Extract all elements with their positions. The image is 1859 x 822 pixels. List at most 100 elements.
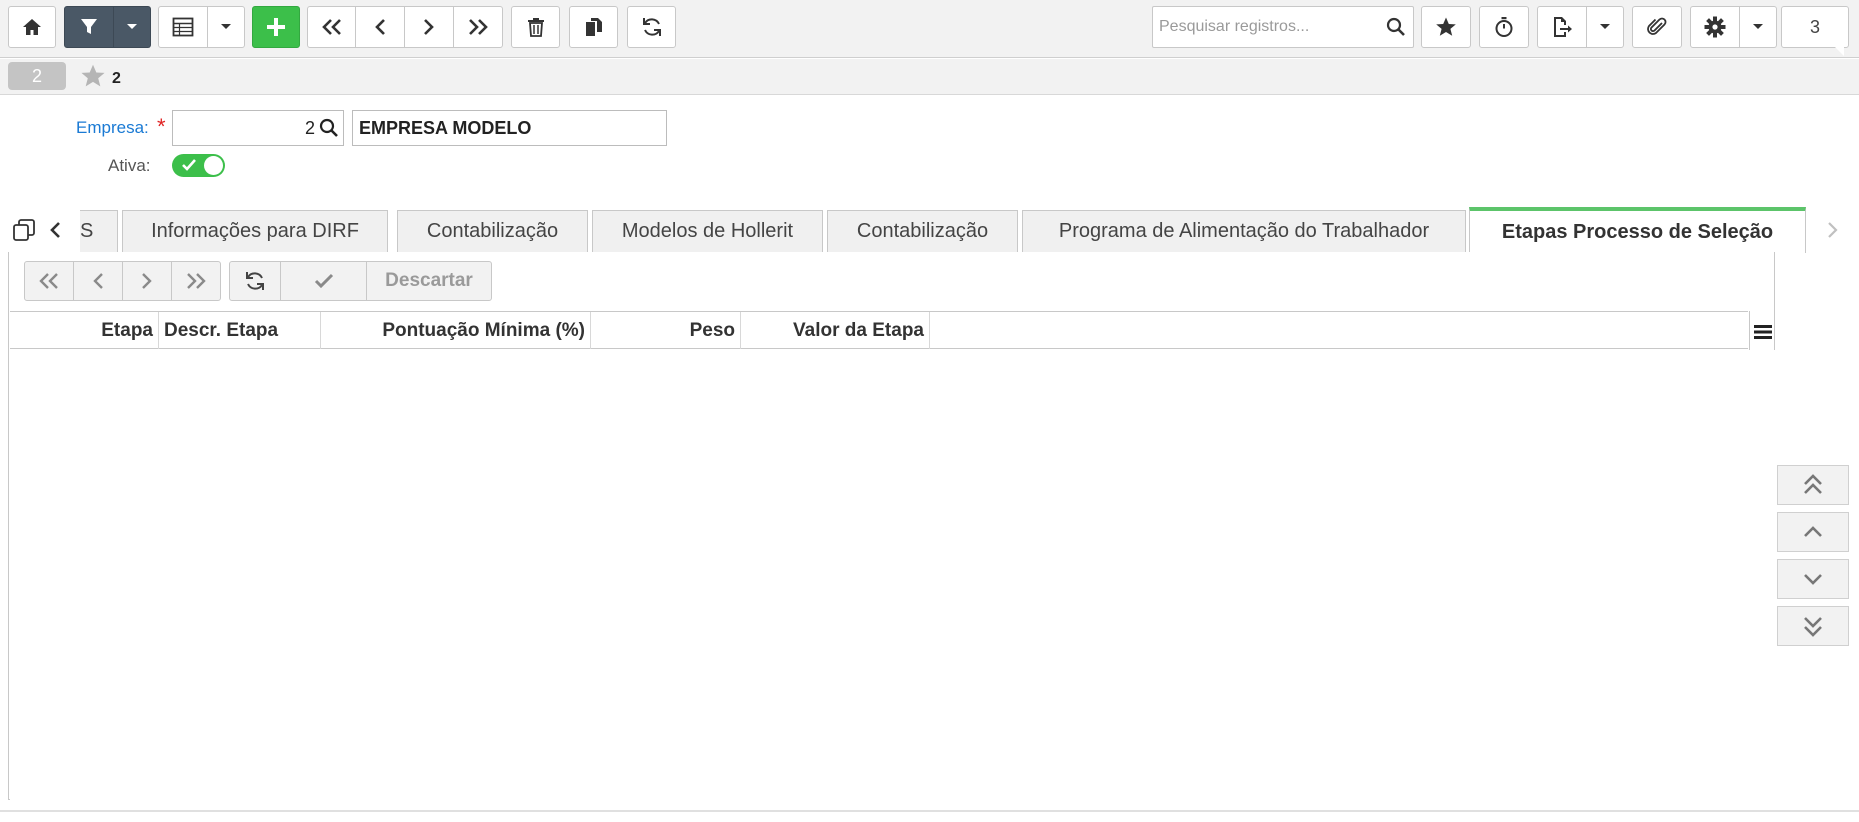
main-toolbar: 3: [0, 0, 1859, 58]
column-header-etapa[interactable]: Etapa: [10, 312, 159, 349]
star-icon: [1436, 17, 1456, 36]
scroll-up-button[interactable]: [1777, 512, 1849, 552]
double-chevron-left-icon: [321, 19, 341, 35]
search-icon[interactable]: [319, 118, 339, 138]
grid-previous-button[interactable]: [73, 261, 123, 301]
grid-first-button[interactable]: [24, 261, 74, 301]
settings-dropdown-button[interactable]: [1740, 6, 1777, 48]
favorite-label: 2: [112, 70, 121, 87]
chevron-left-icon: [93, 273, 103, 289]
search-box: [1152, 6, 1414, 48]
tab-modelos-hollerit[interactable]: Modelos de Hollerit: [592, 210, 823, 252]
gear-icon: [1704, 16, 1726, 38]
scroll-down-button[interactable]: [1777, 559, 1849, 599]
record-count[interactable]: 3: [1781, 6, 1849, 56]
favorites-button[interactable]: [1421, 6, 1471, 48]
chevron-right-icon: [142, 273, 152, 289]
chevron-right-icon: [1828, 222, 1838, 238]
tab-scroll-left-button[interactable]: [48, 220, 62, 245]
check-icon: [314, 273, 333, 289]
paperclip-icon: [1647, 17, 1667, 35]
double-chevron-down-icon: [1804, 617, 1822, 637]
stopwatch-icon: [1495, 17, 1513, 37]
footer-divider: [0, 810, 1859, 812]
double-chevron-right-icon: [187, 273, 206, 289]
ativa-toggle[interactable]: [172, 154, 225, 177]
timer-button[interactable]: [1479, 6, 1529, 48]
plus-icon: [267, 18, 285, 36]
settings-button[interactable]: [1690, 6, 1740, 48]
grid-next-button[interactable]: [122, 261, 172, 301]
refresh-icon: [246, 272, 264, 290]
grid-confirm-button[interactable]: [280, 261, 367, 301]
record-number-badge[interactable]: 2: [8, 62, 66, 90]
grid-refresh-button[interactable]: [229, 261, 281, 301]
filter-icon: [81, 19, 97, 34]
chevron-left-icon: [375, 19, 385, 35]
add-record-button[interactable]: [252, 6, 300, 48]
file-export-icon: [1554, 17, 1572, 37]
grid-column-menu[interactable]: [1749, 311, 1775, 353]
next-record-button[interactable]: [405, 6, 454, 48]
star-icon: [81, 64, 105, 87]
favorite-indicator[interactable]: 2: [80, 63, 121, 89]
record-strip: 2 2: [0, 59, 1859, 95]
grid-header: Etapa Descr. Etapa Pontuação Mínima (%) …: [10, 311, 1748, 349]
grid-body: [10, 350, 1775, 800]
double-chevron-left-icon: [39, 273, 58, 289]
scroll-top-button[interactable]: [1777, 465, 1849, 505]
tab-contabilizacao-1[interactable]: Contabilização: [397, 210, 588, 252]
last-record-button[interactable]: [454, 6, 503, 48]
empresa-code-field[interactable]: 2: [172, 110, 344, 146]
menu-icon: [1753, 325, 1772, 339]
required-indicator: *: [157, 114, 166, 139]
empresa-code-value: 2: [304, 117, 315, 138]
copy-record-button[interactable]: [569, 6, 618, 48]
export-dropdown-button[interactable]: [1587, 6, 1624, 48]
grid-view-dropdown-button[interactable]: [208, 6, 245, 48]
copy-icon: [13, 219, 35, 241]
tab-s[interactable]: S: [80, 210, 118, 252]
scroll-bottom-button[interactable]: [1777, 606, 1849, 646]
double-chevron-up-icon: [1804, 474, 1822, 494]
chevron-left-icon: [50, 222, 60, 238]
export-button[interactable]: [1537, 6, 1587, 48]
home-button[interactable]: [8, 6, 56, 48]
column-header-pontuacao-minima[interactable]: Pontuação Mínima (%): [321, 312, 591, 349]
tab-contabilizacao-2[interactable]: Contabilização: [827, 210, 1018, 252]
copy-tab-button[interactable]: [12, 218, 36, 247]
empresa-name-field: EMPRESA MODELO: [352, 110, 667, 146]
filter-dropdown-button[interactable]: [114, 6, 151, 48]
home-icon: [23, 19, 41, 35]
caret-down-icon: [221, 24, 231, 29]
grid-view-button[interactable]: [158, 6, 208, 48]
copy-icon: [585, 18, 602, 36]
search-input[interactable]: [1153, 7, 1379, 47]
chevron-up-icon: [1804, 526, 1822, 537]
column-header-valor-etapa[interactable]: Valor da Etapa: [741, 312, 930, 349]
search-icon[interactable]: [1379, 17, 1413, 37]
first-record-button[interactable]: [307, 6, 356, 48]
previous-record-button[interactable]: [356, 6, 405, 48]
toggle-knob: [204, 156, 223, 175]
double-chevron-right-icon: [469, 19, 488, 35]
column-header-descr-etapa[interactable]: Descr. Etapa: [159, 312, 321, 349]
attachment-button[interactable]: [1632, 6, 1682, 48]
trash-icon: [527, 18, 544, 37]
tab-programa-alimentacao[interactable]: Programa de Alimentação do Trabalhador: [1022, 210, 1466, 252]
grid-last-button[interactable]: [171, 261, 221, 301]
chevron-right-icon: [424, 19, 434, 35]
caret-down-icon: [127, 24, 137, 29]
tab-scroll-right-button[interactable]: [1826, 220, 1840, 245]
filter-button[interactable]: [64, 6, 114, 48]
refresh-icon: [642, 18, 661, 36]
column-header-peso[interactable]: Peso: [591, 312, 741, 349]
delete-record-button[interactable]: [511, 6, 560, 48]
caret-down-icon: [1600, 24, 1610, 29]
tab-etapas-processo-selecao[interactable]: Etapas Processo de Seleção: [1469, 207, 1806, 253]
refresh-button[interactable]: [627, 6, 676, 48]
tab-informacoes-dirf[interactable]: Informações para DIRF: [122, 210, 388, 252]
chevron-down-icon: [1804, 574, 1822, 585]
discard-button[interactable]: Descartar: [366, 261, 492, 301]
table-icon: [172, 17, 194, 37]
